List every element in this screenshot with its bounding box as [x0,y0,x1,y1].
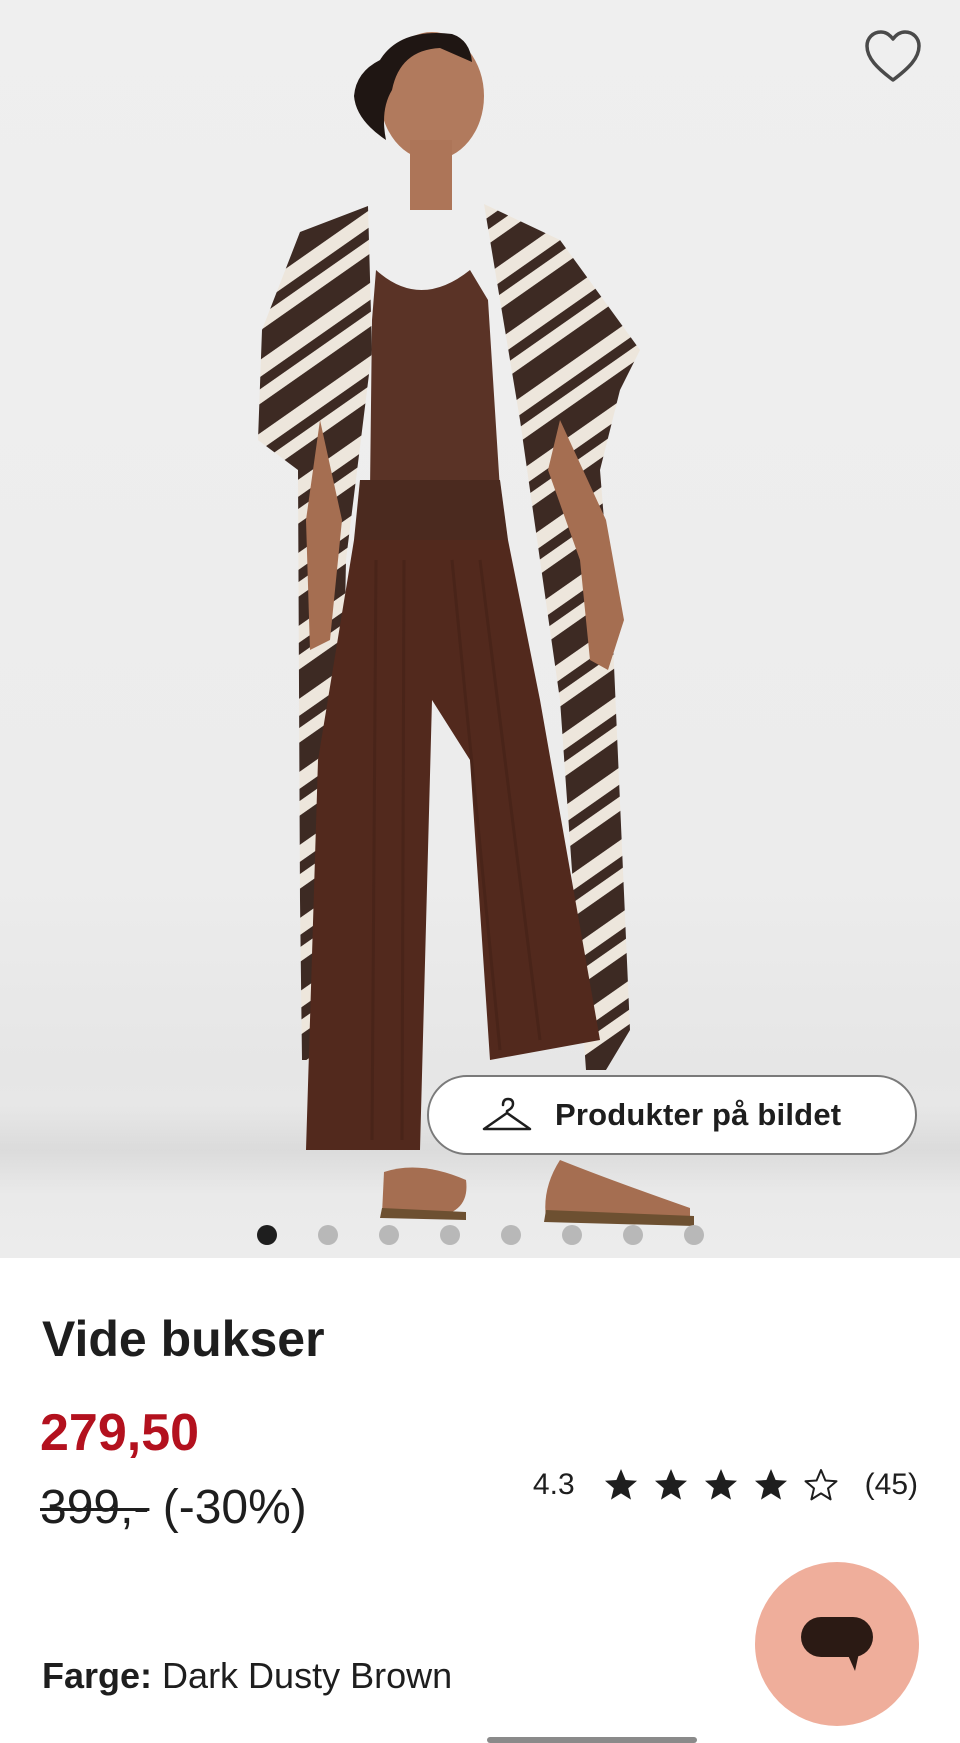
old-price: 399,- [40,1481,150,1534]
products-in-image-button[interactable]: Produkter på bildet [427,1075,917,1155]
old-price-row: 399,- (-30%) [40,1480,307,1535]
heart-outline-icon [865,30,921,82]
home-indicator [487,1737,697,1743]
star-filled-icon [754,1469,787,1500]
color-info: Farge: Dark Dusty Brown [42,1655,452,1697]
star-filled-icon [704,1469,737,1500]
chat-bubble-icon [801,1617,873,1671]
hanger-icon [482,1097,532,1131]
product-photo [258,32,694,1226]
gallery-dot[interactable] [378,1225,399,1245]
product-title: Vide bukser [42,1311,325,1367]
gallery-dot[interactable] [683,1225,704,1245]
color-value: Dark Dusty Brown [162,1655,453,1696]
star-filled-icon [604,1469,637,1500]
star-filled-icon [654,1469,687,1500]
products-in-image-label: Produkter på bildet [555,1097,842,1132]
star-outline-icon [804,1469,838,1501]
gallery-dot[interactable] [439,1225,460,1245]
gallery-pagination [0,1225,960,1249]
rating-summary[interactable]: 4.3 (45) [533,1460,918,1510]
favorite-button[interactable] [858,24,928,88]
chat-button[interactable] [755,1562,919,1726]
gallery-dot[interactable] [317,1225,338,1245]
gallery-dot[interactable] [561,1225,582,1245]
review-count: (45) [864,1468,918,1501]
color-label: Farge: [42,1655,153,1696]
rating-value: 4.3 [532,1468,575,1501]
discount-percent: (-30%) [162,1481,307,1534]
rating-stars [603,1467,839,1503]
product-image-gallery[interactable]: Produkter på bildet [0,0,960,1258]
gallery-dot[interactable] [622,1225,643,1245]
gallery-dot[interactable] [500,1225,521,1245]
sale-price: 279,50 [40,1404,200,1462]
gallery-dot[interactable] [256,1225,277,1245]
